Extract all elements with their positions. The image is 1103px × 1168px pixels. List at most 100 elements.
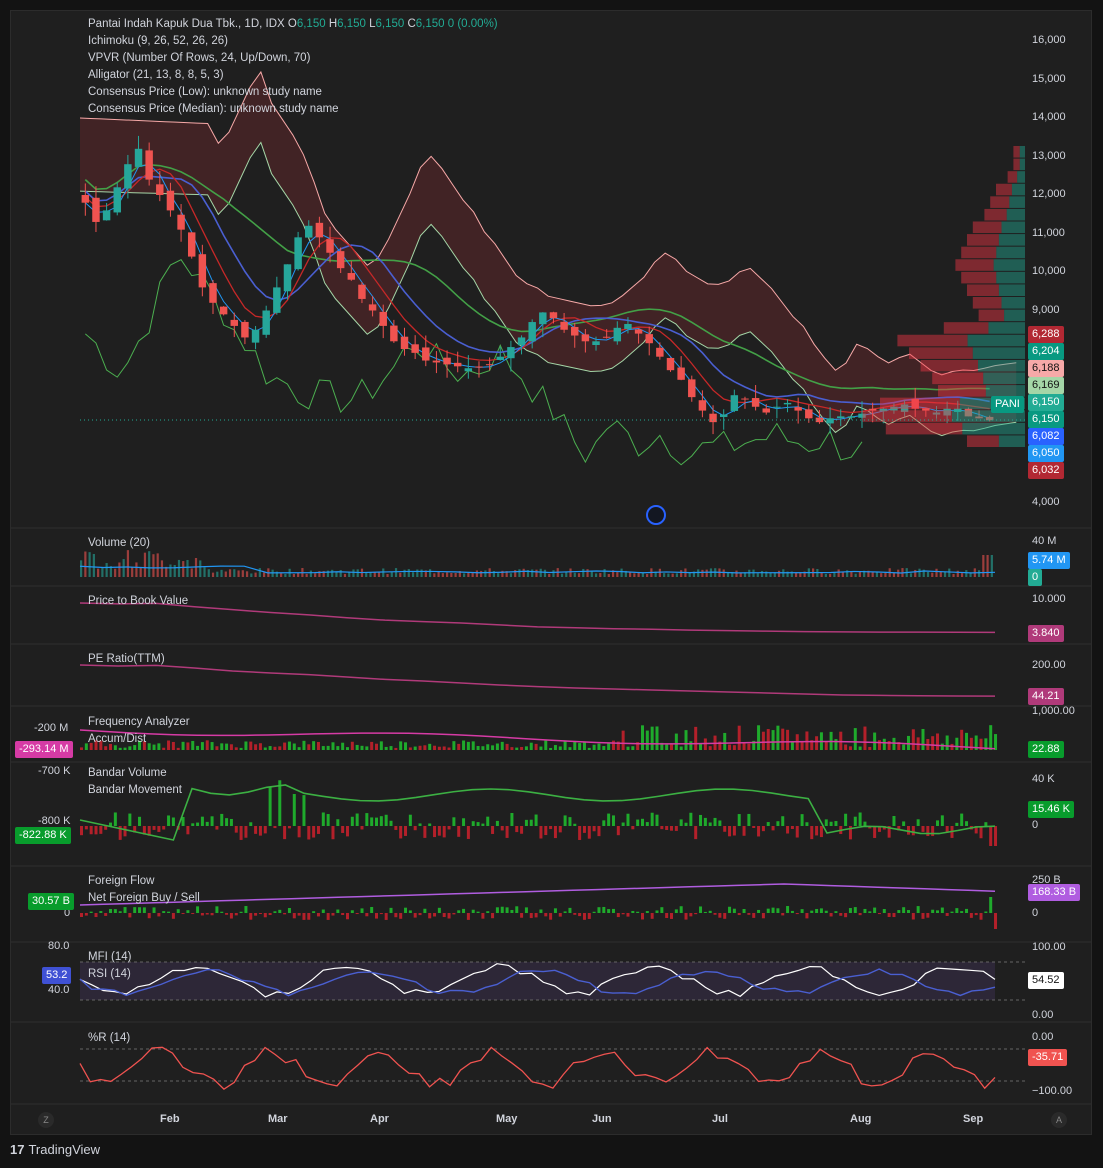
- foreign-bar: [684, 913, 688, 920]
- foreign-bar: [573, 913, 577, 915]
- frequency-bar: [602, 746, 606, 750]
- symbol-legend[interactable]: Pantai Indah Kapuk Dua Tbk., 1D, IDX O6,…: [88, 16, 498, 33]
- vpvr-down: [920, 359, 979, 372]
- auto-scale-z-button[interactable]: Z: [38, 1112, 54, 1128]
- chart-canvas[interactable]: [0, 0, 1103, 1168]
- bandar-bar: [316, 826, 320, 834]
- indicator-legend-item[interactable]: Consensus Price (Median): unknown study …: [88, 101, 339, 118]
- tradingview-logo[interactable]: 17 TradingView: [10, 1142, 100, 1157]
- candle-body: [645, 334, 653, 344]
- foreign-bar: [829, 913, 833, 917]
- frequency-bar: [786, 729, 790, 750]
- bandar-bar: [718, 820, 722, 826]
- foreign-bar: [520, 913, 524, 918]
- foreign-bar: [316, 913, 320, 917]
- williams-label[interactable]: %R (14): [88, 1030, 130, 1047]
- price-axis-tick: 15,000: [1032, 72, 1066, 85]
- candle-body: [794, 407, 802, 411]
- foreign-bar: [713, 913, 717, 915]
- volume-bar: [399, 572, 402, 577]
- pe-axis-tick: 200.00: [1032, 659, 1066, 671]
- volume-bar: [616, 572, 619, 577]
- volume-bar: [182, 561, 185, 577]
- frequency-bar: [534, 743, 538, 750]
- frequency-bar: [839, 731, 843, 750]
- bandar-movement-label[interactable]: Bandar Movement: [88, 782, 182, 799]
- vpvr-up: [1001, 221, 1025, 234]
- bandar-bar: [249, 822, 253, 826]
- bandar-bar: [873, 826, 877, 838]
- vpvr-up: [962, 422, 1025, 435]
- foreign-bar: [602, 906, 606, 913]
- candle-body: [698, 400, 707, 411]
- vpvr-up: [1004, 309, 1025, 322]
- bandar-bar: [379, 816, 383, 826]
- vpvr-up: [985, 385, 1025, 397]
- volume-bar: [420, 569, 423, 577]
- frequency-bar: [781, 728, 785, 750]
- frequency-bar: [723, 732, 727, 750]
- foreign-bar: [379, 913, 383, 915]
- accum-label[interactable]: Accum/Dist: [88, 731, 146, 748]
- foreign-bar: [181, 913, 185, 915]
- volume-label[interactable]: Volume (20): [88, 535, 150, 552]
- pbv-label[interactable]: Price to Book Value: [88, 593, 188, 610]
- foreign-bar: [655, 910, 659, 913]
- bandar-bar: [196, 822, 200, 826]
- volume-bar: [348, 572, 351, 577]
- candle-body: [837, 416, 845, 418]
- foreign-bar: [428, 913, 432, 919]
- frequency-bar: [191, 740, 195, 750]
- indicator-legend-item[interactable]: VPVR (Number Of Rows, 24, Up/Down, 70): [88, 50, 310, 67]
- bandar-volume-label[interactable]: Bandar Volume: [88, 765, 167, 782]
- frequency-bar: [423, 745, 427, 750]
- volume-bar: [292, 573, 295, 577]
- foreign-bar: [742, 908, 746, 913]
- foreign-bar: [220, 911, 224, 913]
- candle-body: [390, 325, 398, 342]
- bandar-bar: [321, 812, 325, 826]
- price-tag: 6,204: [1028, 343, 1064, 360]
- bandar-bar: [549, 826, 553, 830]
- candle-body: [92, 197, 100, 222]
- frequency-bar: [640, 725, 644, 750]
- bandar-bar: [694, 826, 698, 840]
- bandar-bar: [761, 826, 765, 832]
- candle-body: [358, 284, 366, 299]
- volume-bar: [884, 572, 887, 577]
- foreign-bar: [994, 913, 998, 929]
- foreign-bar: [171, 913, 175, 919]
- pe-label[interactable]: PE Ratio(TTM): [88, 651, 165, 668]
- volume-bar: [143, 552, 147, 577]
- bandar-bar: [433, 826, 437, 838]
- candle-body: [453, 362, 462, 367]
- bandar-bar: [355, 813, 359, 826]
- indicator-legend-item[interactable]: Alligator (21, 13, 8, 8, 5, 3): [88, 67, 224, 84]
- bandar-bar: [665, 826, 669, 830]
- rsi-label[interactable]: RSI (14): [88, 966, 131, 983]
- frequency-bar: [568, 747, 572, 750]
- bandar-bar: [708, 822, 712, 826]
- bandar-bar: [423, 826, 427, 838]
- bandar-bar: [292, 794, 296, 826]
- indicator-legend-item[interactable]: Ichimoku (9, 26, 52, 26, 26): [88, 33, 228, 50]
- auto-scale-a-button[interactable]: A: [1051, 1112, 1067, 1128]
- volume-bar: [977, 570, 981, 577]
- freq-label[interactable]: Frequency Analyzer: [88, 714, 190, 731]
- indicator-legend-item[interactable]: Consensus Price (Low): unknown study nam…: [88, 84, 322, 101]
- volume-bar: [152, 554, 155, 577]
- net-foreign-label[interactable]: Net Foreign Buy / Sell: [88, 890, 200, 907]
- frequency-bar: [375, 743, 379, 750]
- candle-body: [741, 398, 749, 400]
- foreign-bar: [515, 906, 519, 913]
- frequency-bar: [307, 744, 311, 750]
- go-to-realtime-button[interactable]: [646, 505, 666, 525]
- frequency-bar: [384, 746, 388, 750]
- volume-bar: [343, 573, 347, 577]
- volume-bar: [548, 573, 551, 577]
- foreign-flow-label[interactable]: Foreign Flow: [88, 873, 154, 890]
- frequency-bar: [529, 742, 533, 750]
- mfi-label[interactable]: MFI (14): [88, 949, 131, 966]
- candle-body: [783, 402, 792, 405]
- foreign-bar: [650, 913, 654, 919]
